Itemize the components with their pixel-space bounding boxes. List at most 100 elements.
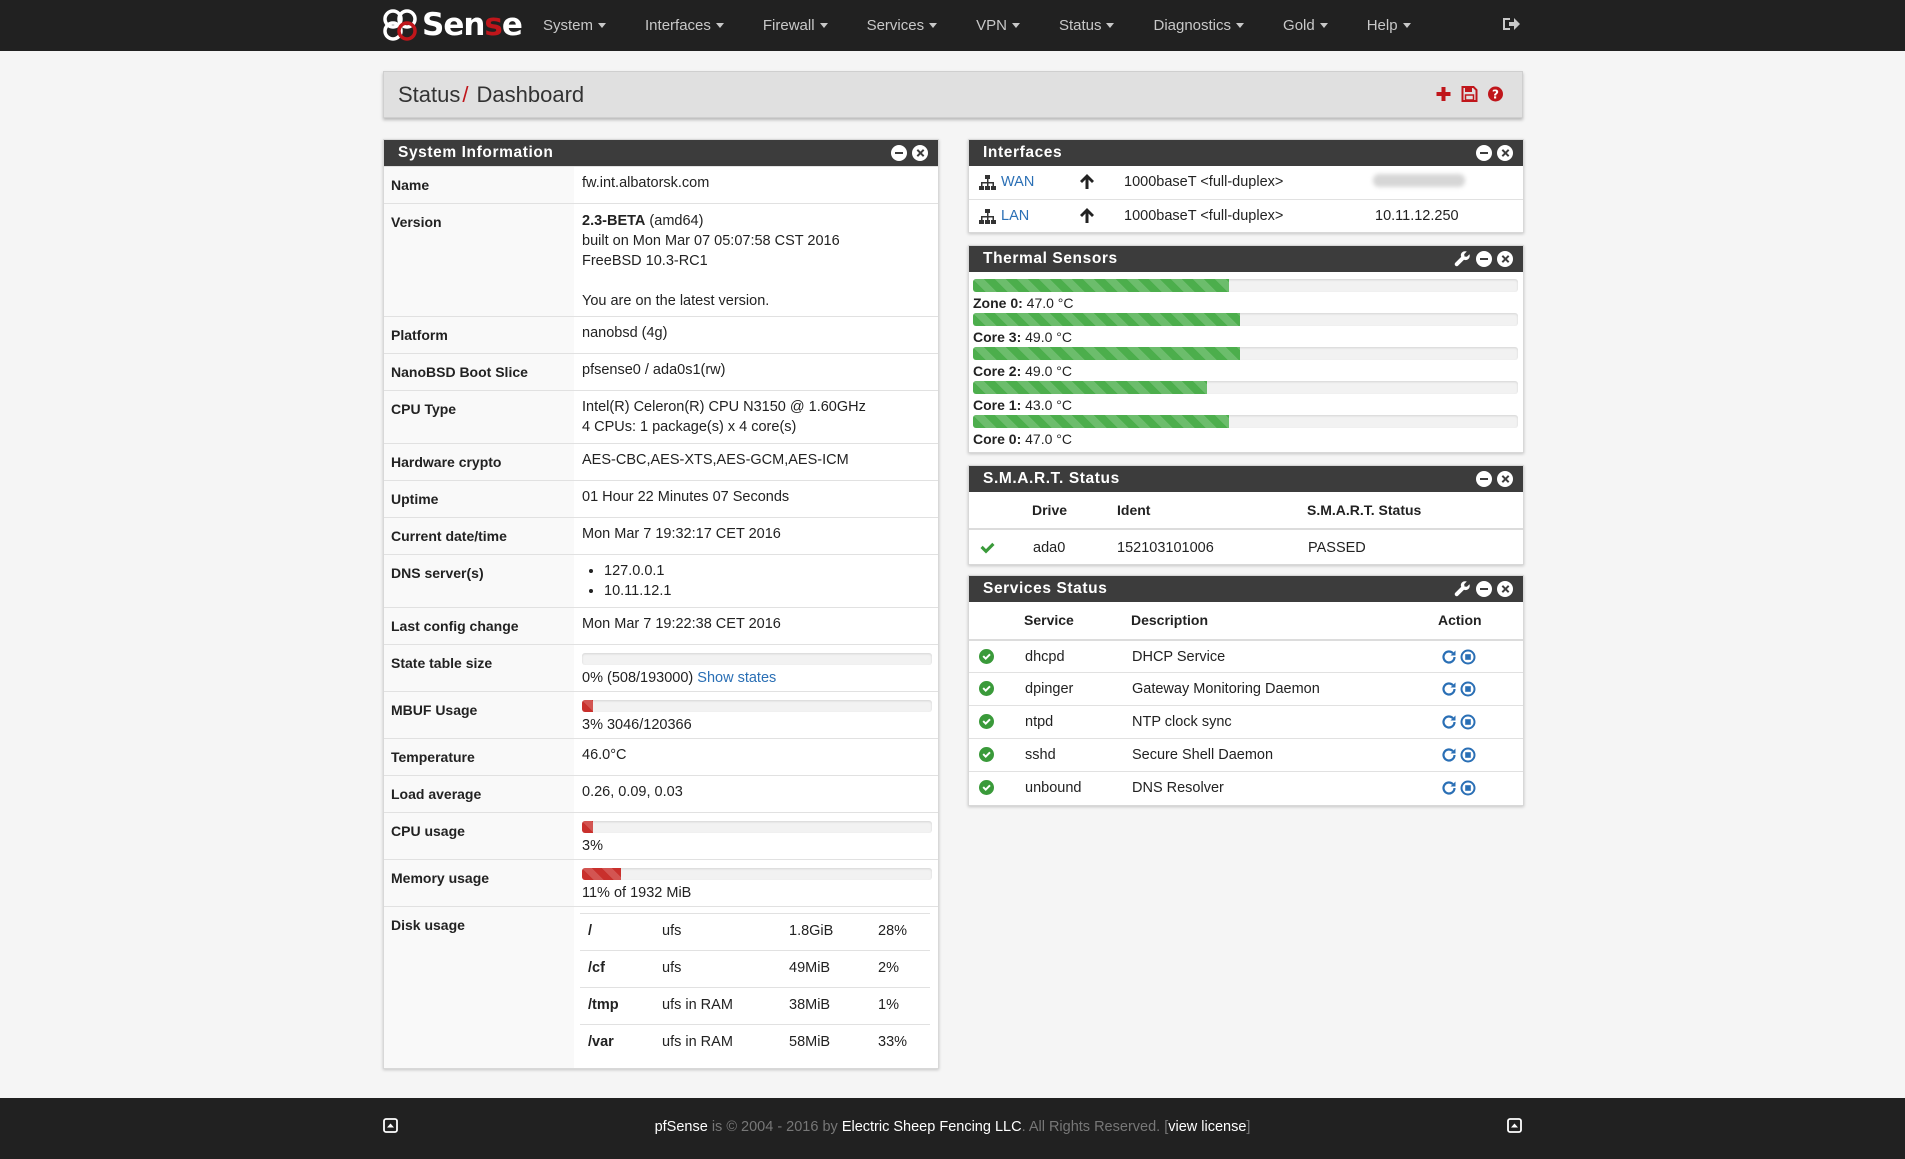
menu-interfaces[interactable]: Interfaces [625, 0, 743, 51]
label-state-table: State table size [384, 645, 574, 691]
minus-circle-icon[interactable] [1476, 581, 1492, 597]
menu-services[interactable]: Services [847, 0, 957, 51]
stop-circle-icon[interactable] [1460, 681, 1476, 697]
row-temperature: Temperature 46.0°C [384, 738, 938, 775]
disk-size: 38MiB [789, 997, 831, 1013]
brand-logo[interactable]: Sense [382, 8, 523, 42]
view-license-link[interactable]: view license [1168, 1119, 1246, 1135]
smart-status-panel: S.M.A.R.T. Status Drive Ident S.M.A.R.T.… [968, 465, 1524, 565]
value-mbuf: 3% 3046/120366 [582, 717, 692, 733]
minus-circle-icon[interactable] [1476, 471, 1492, 487]
wrench-icon[interactable] [1454, 580, 1471, 597]
minus-circle-icon[interactable] [891, 145, 907, 161]
menu-vpn[interactable]: VPN [956, 0, 1039, 51]
disk-used: 1% [878, 997, 899, 1013]
minus-circle-icon[interactable] [1476, 145, 1492, 161]
thermal-progress [973, 313, 1518, 326]
floppy-icon[interactable] [1461, 85, 1478, 103]
minus-circle-icon[interactable] [1476, 251, 1492, 267]
stop-circle-icon[interactable] [1460, 780, 1476, 796]
sensor-label: Zone 0: 47.0 °C [973, 295, 1074, 311]
thermal-progress [973, 381, 1518, 394]
thermal-progress [973, 347, 1518, 360]
interface-link-lan[interactable]: LAN [1001, 208, 1029, 224]
refresh-icon[interactable] [1441, 681, 1457, 697]
interface-media: 1000baseT <full-duplex> [1124, 174, 1284, 190]
services-status-panel: Services Status Service Description Acti… [968, 575, 1524, 806]
times-circle-icon[interactable] [1497, 145, 1513, 161]
panel-title: S.M.A.R.T. Status [969, 466, 1523, 492]
row-boot-slice: NanoBSD Boot Slice pfsense0 / ada0s1(rw) [384, 353, 938, 390]
footer-company-link[interactable]: Electric Sheep Fencing LLC [842, 1119, 1022, 1135]
refresh-icon[interactable] [1441, 649, 1457, 665]
caret-square-up-icon[interactable] [1507, 1118, 1522, 1133]
service-description: DHCP Service [1132, 649, 1226, 665]
value-cpu-cores: 4 CPUs: 1 package(s) x 4 core(s) [582, 419, 797, 435]
chevron-down-icon [1402, 23, 1411, 28]
disk-used: 2% [878, 960, 899, 976]
column-header: Ident [1117, 502, 1151, 518]
header-actions: ? [1435, 85, 1504, 103]
breadcrumb-separator: / [462, 82, 469, 107]
stop-circle-icon[interactable] [1460, 747, 1476, 763]
question-circle-icon[interactable]: ? [1487, 85, 1504, 103]
check-icon [980, 542, 995, 554]
disk-mount: /tmp [588, 997, 619, 1013]
stop-circle-icon[interactable] [1460, 714, 1476, 730]
chevron-down-icon [715, 23, 724, 28]
row-cpu-usage: CPU usage 3% [384, 812, 938, 859]
refresh-icon[interactable] [1441, 714, 1457, 730]
row-uptime: Uptime 01 Hour 22 Minutes 07 Seconds [384, 480, 938, 517]
times-circle-icon[interactable] [1497, 471, 1513, 487]
menu-help[interactable]: Help [1347, 0, 1430, 51]
breadcrumb-status[interactable]: Status [398, 82, 460, 107]
times-circle-icon[interactable] [1497, 581, 1513, 597]
show-states-link[interactable]: Show states [697, 670, 776, 686]
row-mbuf: MBUF Usage 3% 3046/120366 [384, 691, 938, 738]
value-boot-slice: pfsense0 / ada0s1(rw) [582, 362, 726, 378]
interface-row-lan: LAN 1000baseT <full-duplex> 10.11.12.250 [969, 199, 1523, 232]
chevron-down-icon [1236, 23, 1245, 28]
thermal-progress [973, 279, 1518, 292]
chevron-down-icon [929, 23, 938, 28]
menu-system[interactable]: System [523, 0, 625, 51]
check-circle-icon [979, 649, 994, 664]
top-navbar: Sense System Interfaces Firewall Service… [0, 0, 1905, 51]
label-load: Load average [384, 776, 574, 812]
row-name: Name fw.int.albatorsk.com [384, 166, 938, 203]
refresh-icon[interactable] [1441, 780, 1457, 796]
value-name: fw.int.albatorsk.com [582, 175, 710, 191]
value-cpu-model: Intel(R) Celeron(R) CPU N3150 @ 1.60GHz [582, 399, 866, 415]
menu-firewall[interactable]: Firewall [743, 0, 847, 51]
service-name: sshd [1025, 747, 1056, 763]
disk-type: ufs [662, 923, 682, 939]
wrench-icon[interactable] [1454, 250, 1471, 267]
disk-size: 58MiB [789, 1034, 831, 1050]
sitemap-icon [979, 175, 996, 190]
times-circle-icon[interactable] [1497, 251, 1513, 267]
menu-status[interactable]: Status [1039, 0, 1134, 51]
page-header: Status/ Dashboard ? [383, 71, 1523, 118]
plus-icon[interactable] [1435, 85, 1452, 103]
row-disk: Disk usage / ufs 1.8GiB 28% /cf ufs 49Mi… [384, 906, 938, 1068]
stop-circle-icon[interactable] [1460, 649, 1476, 665]
column-header: S.M.A.R.T. Status [1307, 502, 1422, 518]
menu-gold[interactable]: Gold [1263, 0, 1347, 51]
panel-title: Interfaces [969, 140, 1523, 166]
times-circle-icon[interactable] [912, 145, 928, 161]
refresh-icon[interactable] [1441, 747, 1457, 763]
service-name: dpinger [1025, 681, 1074, 697]
label-version: Version [384, 204, 574, 316]
service-row: dhcpd DHCP Service [969, 639, 1523, 672]
sensor-label: Core 0: 47.0 °C [973, 431, 1072, 447]
sign-out-icon[interactable] [1501, 14, 1521, 34]
service-name: ntpd [1025, 714, 1054, 730]
interface-link-wan[interactable]: WAN [1001, 174, 1034, 190]
value-memory: 11% of 1932 MiB [582, 885, 692, 901]
footer: pfSense is © 2004 - 2016 by Electric She… [0, 1098, 1905, 1159]
dns-server: 10.11.12.1 [604, 581, 671, 601]
menu-diagnostics[interactable]: Diagnostics [1133, 0, 1263, 51]
interface-ip: 10.11.12.250 [1375, 208, 1459, 224]
label-mbuf: MBUF Usage [384, 692, 574, 738]
label-boot-slice: NanoBSD Boot Slice [384, 354, 574, 390]
